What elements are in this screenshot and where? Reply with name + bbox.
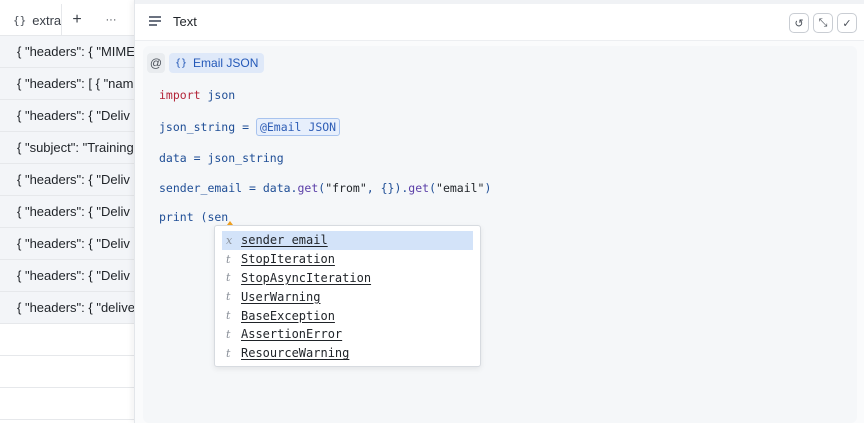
type-kind-icon: t — [226, 327, 231, 341]
autocomplete-item[interactable]: x sender_email — [222, 231, 473, 250]
variable-kind-icon: x — [226, 233, 233, 247]
table-row[interactable]: { "subject": "Training — [0, 132, 134, 164]
code-content[interactable]: import json json_string = @Email JSON da… — [159, 46, 491, 225]
check-icon: ✓ — [842, 17, 852, 30]
table-row-empty — [0, 356, 134, 388]
table-row[interactable]: { "headers": { "Deliv — [0, 196, 134, 228]
column-header-label: extra — [32, 12, 62, 28]
variable-chip-label: Email JSON — [193, 56, 259, 70]
autocomplete-item-label: AssertionError — [241, 327, 343, 342]
code-line-3: data = json_string — [159, 151, 284, 165]
autocomplete-item[interactable]: t UserWarning — [222, 287, 473, 306]
confirm-button[interactable]: ✓ — [837, 13, 857, 33]
reset-icon: ↺ — [794, 17, 804, 30]
panel-title: Text — [173, 14, 197, 29]
type-kind-icon: t — [226, 252, 231, 266]
autocomplete-item-label: UserWarning — [241, 289, 321, 304]
more-options-button[interactable]: ··· — [96, 4, 126, 36]
panel-header: Text ↺ ⤡ ✓ — [135, 4, 864, 41]
code-line-2: json_string = @Email JSON — [159, 118, 341, 136]
column-header-extra[interactable]: {} extra — [0, 4, 62, 36]
autocomplete-item[interactable]: t StopAsyncIteration — [222, 269, 473, 288]
table-pane: {} extra + ··· { "headers": { "MIME{ "he… — [0, 0, 134, 423]
table-rows: { "headers": { "MIME{ "headers": [ { "na… — [0, 36, 134, 420]
autocomplete-item-label: StopAsyncIteration — [241, 270, 372, 285]
type-kind-icon: t — [226, 290, 231, 304]
type-kind-icon: t — [226, 271, 231, 285]
autocomplete-item-label: sender_email — [241, 233, 328, 248]
autocomplete-item[interactable]: t AssertionError — [222, 325, 473, 344]
autocomplete-item[interactable]: t ResourceWarning — [222, 344, 473, 363]
autocomplete-item-label: BaseException — [241, 308, 335, 323]
code-line-5: print (sen — [159, 210, 234, 225]
add-column-button[interactable]: + — [62, 4, 92, 36]
autocomplete-dropdown: x sender_emailt StopIteration t StopAsyncIte… — [214, 225, 481, 367]
table-row[interactable]: { "headers": { "Deliv — [0, 164, 134, 196]
json-icon: {} — [13, 13, 27, 27]
text-lines-icon — [149, 16, 161, 26]
code-editor[interactable]: @ {} Email JSON import json json_string … — [143, 46, 857, 423]
autocomplete-item-label: StopIteration — [241, 252, 335, 267]
collapse-icon: ⤡ — [818, 16, 828, 29]
code-line-1: import json — [159, 88, 236, 102]
reset-button[interactable]: ↺ — [789, 13, 809, 33]
autocomplete-item-label: ResourceWarning — [241, 346, 350, 361]
table-row[interactable]: { "headers": { "Deliv — [0, 260, 134, 292]
type-kind-icon: t — [226, 346, 231, 360]
table-row[interactable]: { "headers": { "MIME — [0, 36, 134, 68]
table-row[interactable]: { "headers": { "Deliv — [0, 228, 134, 260]
autocomplete-item[interactable]: t BaseException — [222, 306, 473, 325]
collapse-button[interactable]: ⤡ — [813, 13, 833, 33]
table-row-empty — [0, 388, 134, 420]
table-row[interactable]: { "headers": { "Deliv — [0, 100, 134, 132]
inline-variable-chip[interactable]: @Email JSON — [255, 118, 341, 136]
text-editor-panel: Text ↺ ⤡ ✓ @ {} Email JSON import json j… — [134, 0, 864, 423]
table-row-empty — [0, 324, 134, 356]
type-kind-icon: t — [226, 309, 231, 323]
table-row[interactable]: { "headers": [ { "nam — [0, 68, 134, 100]
table-row[interactable]: { "headers": { "delive — [0, 292, 134, 324]
table-header: {} extra + ··· — [0, 4, 134, 36]
code-line-4: sender_email = data.get("from", {}).get(… — [159, 181, 492, 195]
autocomplete-item[interactable]: t StopIteration — [222, 250, 473, 269]
